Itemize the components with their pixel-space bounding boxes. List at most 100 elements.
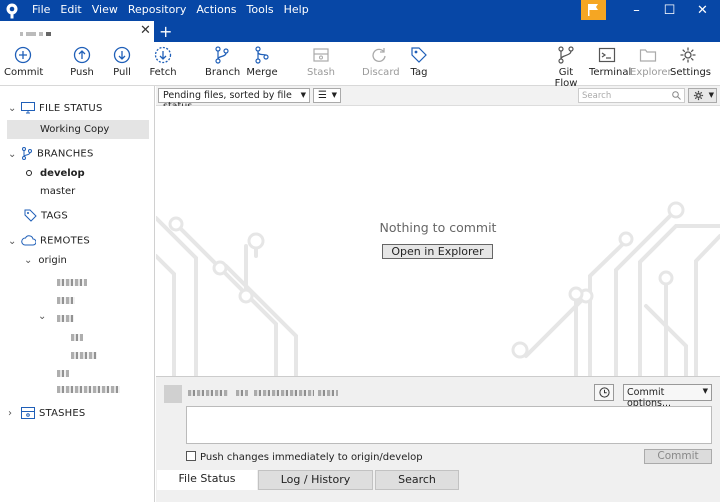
discard-label: Discard <box>362 67 400 78</box>
clock-icon <box>599 387 610 398</box>
terminal-icon <box>598 47 616 63</box>
list-icon: ☰ <box>318 90 327 101</box>
git-flow-icon <box>558 46 574 64</box>
sidebar: ⌄ FILE STATUS Working Copy ⌄ BRANCHES deve… <box>0 86 155 502</box>
chevron-down-icon: ▼ <box>708 91 714 99</box>
close-window-button[interactable]: ✕ <box>686 0 719 21</box>
stash-toolbar-button[interactable]: Stash <box>307 46 335 78</box>
file-status-section[interactable]: ⌄ FILE STATUS <box>8 102 103 114</box>
avatar <box>164 385 182 403</box>
minimize-button[interactable]: – <box>620 0 653 21</box>
git-flow-toolbar-button[interactable]: Git Flow <box>547 46 585 89</box>
chevron-down-icon: ⌄ <box>8 103 17 114</box>
explorer-label: Explorer <box>630 67 672 78</box>
pull-label: Pull <box>113 67 131 78</box>
merge-toolbar-button[interactable]: Merge <box>246 46 278 78</box>
redacted-remote-branch[interactable] <box>57 297 75 304</box>
fetch-label: Fetch <box>149 67 177 78</box>
explorer-toolbar-button[interactable]: Explorer <box>630 46 672 78</box>
commit-panel: Commit options... ▼ Push changes immedia… <box>156 376 720 468</box>
tab-log-history[interactable]: Log / History <box>258 470 373 490</box>
file-status-panel: Nothing to commit Open in Explorer <box>156 106 720 376</box>
redacted-remote-branch[interactable] <box>71 352 97 359</box>
stash-label: Stash <box>307 67 335 78</box>
monitor-icon <box>21 102 35 114</box>
sort-dropdown[interactable]: Pending files, sorted by file status ▼ <box>158 88 310 112</box>
search-input[interactable]: Search <box>578 88 685 103</box>
branches-section[interactable]: ⌄ BRANCHES <box>8 147 94 160</box>
file-options-button[interactable]: ▼ <box>688 88 717 103</box>
stashes-section[interactable]: › STASHES <box>8 407 85 419</box>
chevron-down-icon: ⌄ <box>8 148 17 160</box>
file-status-heading: FILE STATUS <box>39 103 103 114</box>
menu-edit[interactable]: Edit <box>60 0 86 21</box>
tags-heading: TAGS <box>41 210 68 222</box>
redacted-remote-folder[interactable] <box>57 315 74 322</box>
gear-icon <box>680 47 696 63</box>
sidebar-item-origin[interactable]: ⌄ origin <box>24 255 67 266</box>
redacted-remote-branch[interactable] <box>57 370 69 377</box>
menu-help[interactable]: Help <box>284 0 314 21</box>
discard-toolbar-button[interactable]: Discard <box>362 46 400 78</box>
tag-toolbar-button[interactable]: Tag <box>408 46 430 78</box>
commit-message-input[interactable] <box>186 406 712 444</box>
tag-icon <box>411 47 427 63</box>
chevron-down-icon[interactable]: ⌄ <box>38 311 46 322</box>
terminal-label: Terminal <box>589 67 632 78</box>
repository-tab[interactable]: ✕ <box>0 21 154 42</box>
sidebar-item-working-copy[interactable]: Working Copy <box>7 120 149 139</box>
origin-label: origin <box>38 255 67 266</box>
redacted-remote-branch[interactable] <box>57 386 120 393</box>
commit-options-dropdown[interactable]: Commit options... ▼ <box>623 384 712 409</box>
menu-repository[interactable]: Repository <box>128 0 192 21</box>
sidebar-item-develop[interactable]: develop <box>26 168 85 179</box>
chevron-down-icon: ⌄ <box>24 255 33 266</box>
push-icon <box>73 46 91 64</box>
remotes-heading: REMOTES <box>40 235 90 247</box>
pull-toolbar-button[interactable]: Pull <box>110 46 134 78</box>
gear-icon <box>693 90 704 101</box>
chevron-down-icon: ▼ <box>331 91 337 99</box>
tags-section[interactable]: TAGS <box>21 209 68 222</box>
repository-tab-title <box>20 26 80 36</box>
menu-actions[interactable]: Actions <box>196 0 241 21</box>
sourcetree-logo-icon <box>6 3 18 19</box>
merge-label: Merge <box>246 67 278 78</box>
notification-flag-button[interactable] <box>581 0 606 20</box>
close-tab-button[interactable]: ✕ <box>140 23 151 38</box>
view-mode-dropdown[interactable]: ☰ ▼ <box>313 88 341 103</box>
fetch-toolbar-button[interactable]: Fetch <box>149 46 177 78</box>
sidebar-item-master[interactable]: master <box>40 186 75 197</box>
push-toolbar-button[interactable]: Push <box>68 46 96 78</box>
tag-icon <box>24 209 37 222</box>
fetch-icon <box>154 46 172 64</box>
menu-file[interactable]: File <box>32 0 55 21</box>
tab-search[interactable]: Search <box>375 470 459 490</box>
branch-toolbar-button[interactable]: Branch <box>205 46 240 78</box>
new-tab-button[interactable]: + <box>159 22 172 41</box>
checkbox-box[interactable] <box>186 451 196 461</box>
folder-icon <box>639 49 657 62</box>
stash-icon <box>313 48 329 62</box>
maximize-button[interactable]: ☐ <box>653 0 686 21</box>
commit-history-button[interactable] <box>594 384 614 401</box>
push-immediately-checkbox[interactable]: Push changes immediately to origin/devel… <box>186 451 423 463</box>
tab-file-status[interactable]: File Status <box>157 470 257 490</box>
menu-view[interactable]: View <box>92 0 123 21</box>
branch-icon <box>22 147 32 160</box>
redacted-remote-branch[interactable] <box>57 279 87 286</box>
branch-icon <box>215 46 229 64</box>
open-in-explorer-button[interactable]: Open in Explorer <box>382 244 493 259</box>
commit-button[interactable]: Commit <box>644 449 712 464</box>
menu-tools[interactable]: Tools <box>247 0 279 21</box>
terminal-toolbar-button[interactable]: Terminal <box>589 46 631 78</box>
chevron-down-icon: ⌄ <box>8 235 17 247</box>
redacted-remote-branch[interactable] <box>71 334 83 341</box>
remotes-section[interactable]: ⌄ REMOTES <box>8 235 90 247</box>
file-filter-bar: Pending files, sorted by file status ▼ ☰… <box>156 86 720 112</box>
current-branch-icon <box>26 170 32 176</box>
chevron-down-icon: ▼ <box>300 91 306 99</box>
search-placeholder: Search <box>582 91 612 101</box>
commit-toolbar-button[interactable]: Commit <box>4 46 43 78</box>
settings-toolbar-button[interactable]: Settings <box>670 46 711 78</box>
